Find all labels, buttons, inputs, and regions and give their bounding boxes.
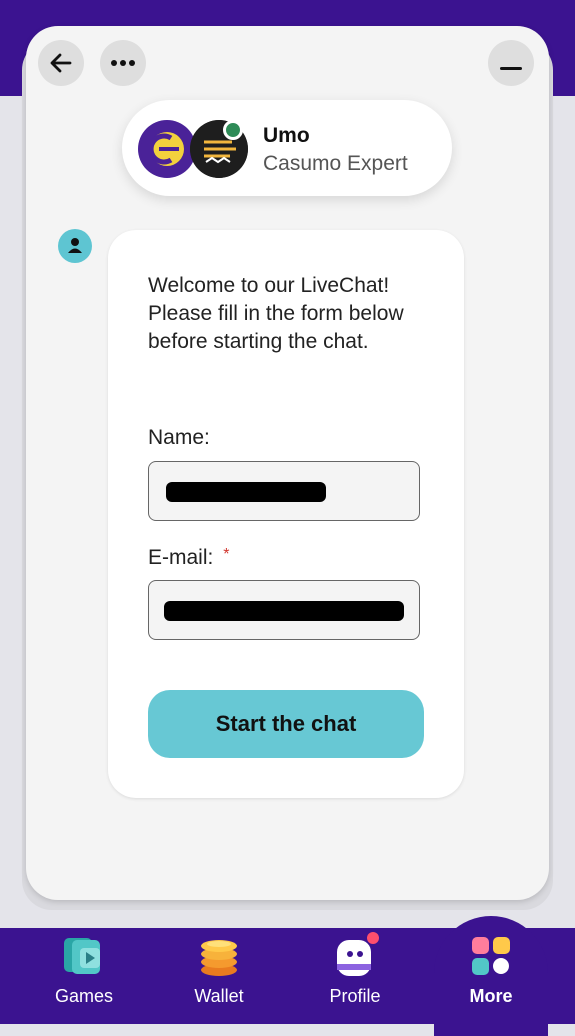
welcome-message: Welcome to our LiveChat! Please fill in … bbox=[148, 274, 404, 353]
back-button[interactable] bbox=[38, 40, 84, 86]
redacted-email-value bbox=[164, 601, 404, 621]
required-marker: * bbox=[223, 546, 230, 563]
more-options-button[interactable] bbox=[100, 40, 146, 86]
redacted-name-value bbox=[166, 482, 326, 502]
nav-label-profile: Profile bbox=[329, 986, 381, 1006]
nav-wallet[interactable]: Wallet bbox=[159, 928, 279, 1024]
minimize-button[interactable] bbox=[488, 40, 534, 86]
email-label-text: E-mail: bbox=[148, 546, 214, 569]
email-label: E-mail: * bbox=[148, 546, 229, 570]
profile-icon bbox=[337, 932, 379, 976]
nav-label-games: Games bbox=[54, 986, 114, 1006]
grid-icon bbox=[472, 937, 510, 975]
name-label: Name: bbox=[148, 426, 210, 449]
nav-label-more: More bbox=[469, 986, 513, 1006]
minimize-icon bbox=[500, 67, 522, 70]
nav-label-wallet: Wallet bbox=[194, 986, 244, 1006]
coins-icon bbox=[201, 940, 237, 976]
bot-user-icon bbox=[58, 229, 92, 263]
live-chat-window: Umo Casumo Expert Welcome to our LiveCha… bbox=[26, 26, 549, 900]
agent-name: Umo bbox=[263, 124, 310, 147]
agent-role: Casumo Expert bbox=[263, 152, 408, 175]
nav-profile[interactable]: Profile bbox=[295, 928, 415, 1024]
agent-card: Umo Casumo Expert bbox=[122, 100, 452, 196]
prechat-form: Welcome to our LiveChat! Please fill in … bbox=[108, 230, 464, 798]
start-chat-button[interactable]: Start the chat bbox=[148, 690, 424, 758]
casumo-logo-avatar bbox=[138, 120, 196, 178]
nav-games[interactable]: Games bbox=[24, 928, 144, 1024]
bottom-navigation: Games Wallet Profile More bbox=[0, 916, 575, 1036]
ellipsis-icon bbox=[111, 60, 135, 66]
arrow-left-icon bbox=[50, 53, 72, 73]
online-status-dot bbox=[223, 120, 243, 140]
nav-more[interactable]: More bbox=[431, 928, 551, 1024]
games-icon bbox=[64, 938, 100, 974]
